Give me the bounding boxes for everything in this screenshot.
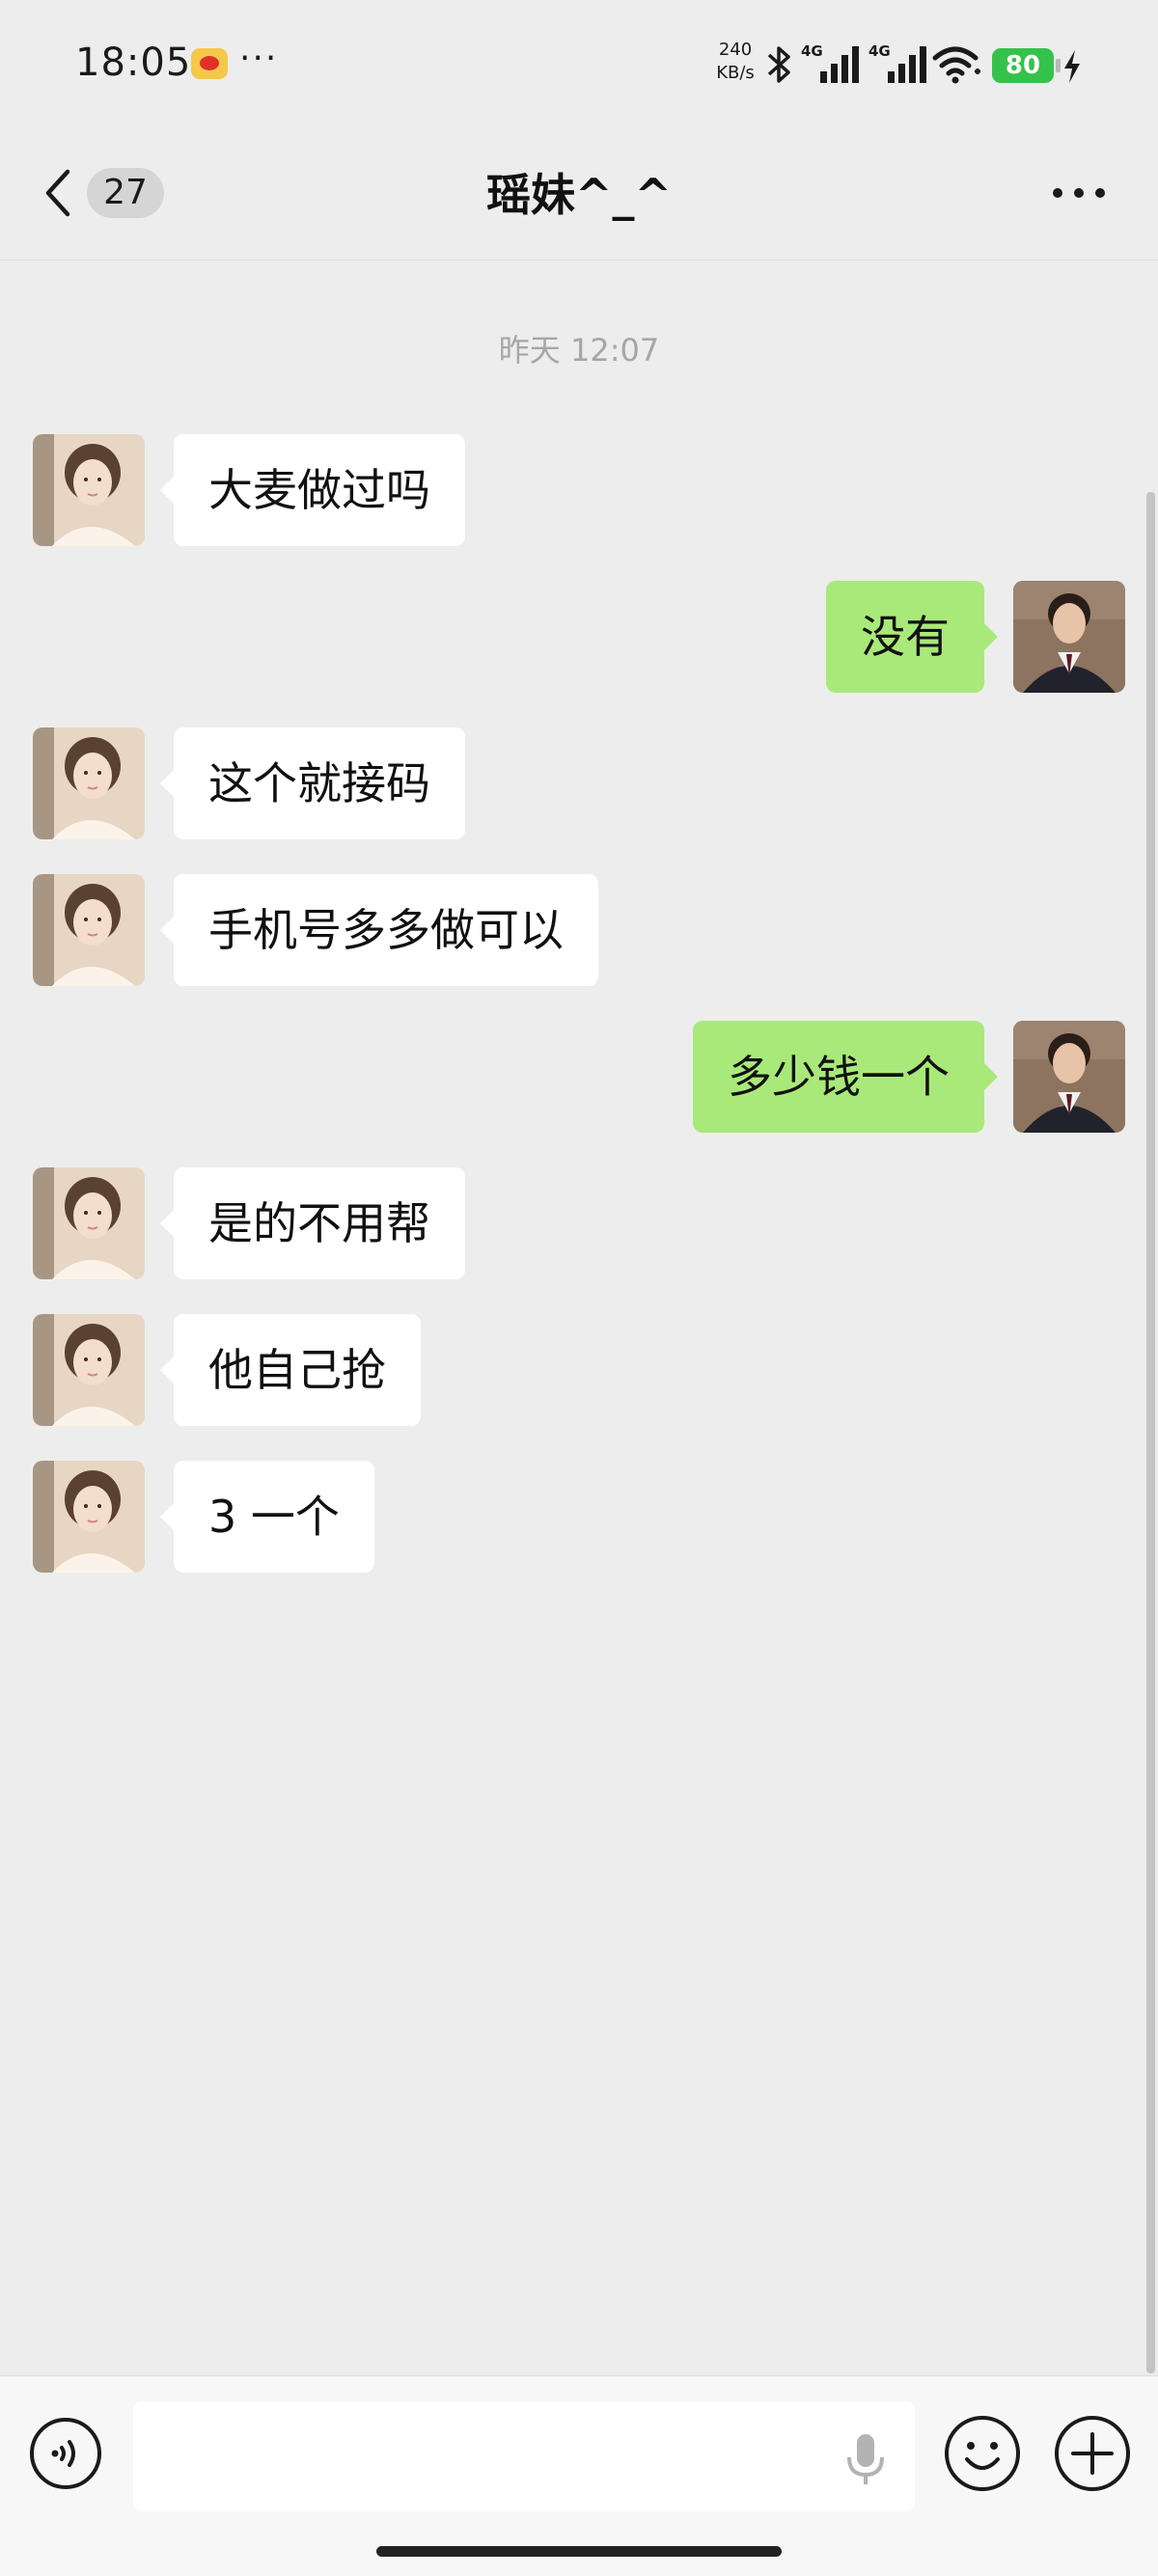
contact-avatar[interactable] <box>33 1461 145 1573</box>
status-time: 18:05 <box>75 41 192 85</box>
sent-message: 没有 <box>0 581 1158 693</box>
message-bubble[interactable]: 3 一个 <box>160 1461 374 1573</box>
network-speed-value: 240 <box>718 40 753 60</box>
back-icon[interactable] <box>39 166 77 220</box>
input-bar <box>0 2375 1158 2576</box>
more-options-icon[interactable] <box>1050 176 1108 210</box>
received-message: 大麦做过吗 <box>0 434 1158 546</box>
scrollbar[interactable] <box>1146 492 1155 2373</box>
plus-icon[interactable] <box>1054 2415 1131 2492</box>
charging-icon <box>1064 50 1080 83</box>
message-bubble[interactable]: 他自己抢 <box>160 1314 421 1426</box>
more-notifications-icon: ··· <box>239 39 279 78</box>
wifi-icon <box>932 46 980 84</box>
microphone-icon[interactable] <box>840 2430 892 2488</box>
received-message: 3 一个 <box>0 1461 1158 1573</box>
network-speed-unit: KB/s <box>716 63 755 83</box>
chat-screen: 18:05 ··· 240 KB/s 4G 4G 80 27 瑶妹^_^ 昨天 … <box>0 0 1158 2576</box>
sent-message: 多少钱一个 <box>0 1021 1158 1133</box>
status-bar: 18:05 ··· 240 KB/s 4G 4G 80 <box>0 0 1158 125</box>
unread-count-badge[interactable]: 27 <box>87 168 164 218</box>
received-message: 是的不用帮 <box>0 1167 1158 1279</box>
received-message: 他自己抢 <box>0 1314 1158 1426</box>
emoji-icon[interactable] <box>944 2415 1021 2492</box>
contact-avatar[interactable] <box>33 1167 145 1279</box>
signal-icon: 4G <box>801 42 859 83</box>
contact-avatar[interactable] <box>33 874 145 986</box>
contact-avatar[interactable] <box>33 434 145 546</box>
signal-1-label: 4G <box>801 42 823 60</box>
message-bubble[interactable]: 大麦做过吗 <box>160 434 465 546</box>
user-avatar[interactable] <box>1013 1021 1125 1133</box>
message-bubble[interactable]: 手机号多多做可以 <box>160 874 598 986</box>
received-message: 这个就接码 <box>0 727 1158 839</box>
signal-icon: 4G <box>868 42 926 83</box>
battery-icon: 80 <box>992 48 1061 83</box>
message-timestamp: 昨天 12:07 <box>498 332 660 369</box>
message-bubble[interactable]: 这个就接码 <box>160 727 465 839</box>
voice-mode-icon[interactable] <box>29 2417 102 2490</box>
contact-avatar[interactable] <box>33 727 145 839</box>
chat-header: 27 瑶妹^_^ <box>0 125 1158 260</box>
bluetooth-icon <box>767 46 790 83</box>
network-speed: 240 KB/s <box>711 39 759 85</box>
message-input[interactable] <box>133 2401 915 2511</box>
contact-avatar[interactable] <box>33 1314 145 1426</box>
message-bubble[interactable]: 多少钱一个 <box>693 1021 998 1133</box>
message-bubble[interactable]: 是的不用帮 <box>160 1167 465 1279</box>
signal-2-label: 4G <box>868 42 891 60</box>
home-indicator[interactable] <box>376 2546 782 2557</box>
message-bubble[interactable]: 没有 <box>826 581 998 693</box>
user-avatar[interactable] <box>1013 581 1125 693</box>
chat-title: 瑶妹^_^ <box>485 169 673 221</box>
received-message: 手机号多多做可以 <box>0 874 1158 986</box>
weibo-icon <box>191 48 228 79</box>
